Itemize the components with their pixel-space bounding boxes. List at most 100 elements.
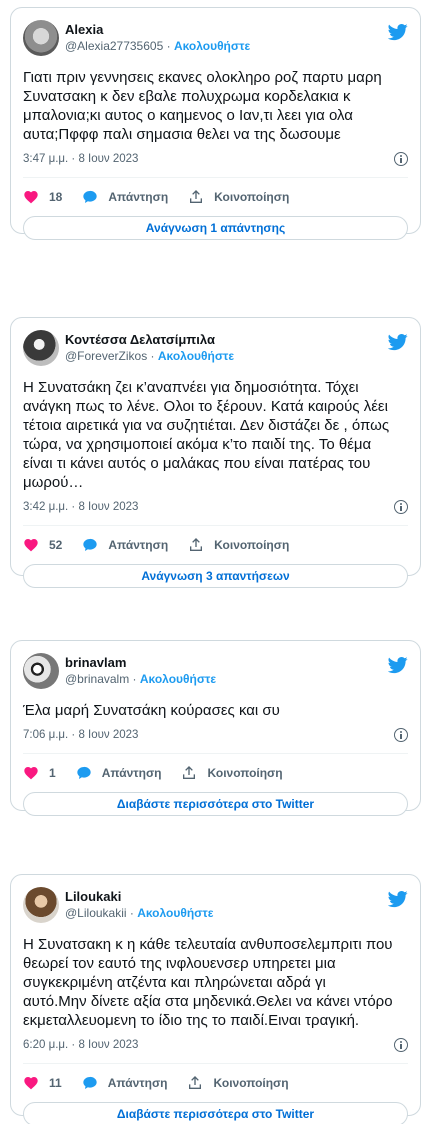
- tweet-timestamp[interactable]: 3:42 μ.μ. · 8 Ιουν 2023: [23, 501, 138, 513]
- avatar[interactable]: [23, 887, 59, 923]
- tweet-text: Η Συνατσάκη ζει κ’αναπνέει για δημοσιότη…: [23, 379, 390, 491]
- separator: ·: [163, 39, 174, 53]
- author-handle-line: @Liloukakii · Ακολουθήστε: [65, 906, 213, 920]
- like-count: 11: [49, 1076, 62, 1090]
- like-count: 52: [49, 538, 63, 552]
- read-replies-button[interactable]: Ανάγνωση 3 απαντήσεων: [23, 564, 408, 588]
- twitter-bird-icon[interactable]: [388, 332, 408, 352]
- tweet-meta: 3:42 μ.μ. · 8 Ιουν 2023: [23, 497, 408, 517]
- reply-action[interactable]: Απάντηση: [82, 189, 168, 205]
- share-upload-icon: [189, 1076, 202, 1089]
- info-icon[interactable]: [394, 1038, 408, 1052]
- follow-link[interactable]: Ακολουθήστε: [140, 672, 216, 686]
- like-count: 1: [49, 766, 56, 780]
- info-icon[interactable]: [394, 152, 408, 166]
- tweet-meta: 7:06 μ.μ. · 8 Ιουν 2023: [23, 725, 408, 745]
- tweet-meta: 3:47 μ.μ. · 8 Ιουν 2023: [23, 149, 408, 169]
- author-handle-line: @brinavalm · Ακολουθήστε: [65, 672, 216, 686]
- tweet-card: Κοντέσσα Δελατσίμπιλα @ForeverZikos · Ακ…: [10, 317, 421, 588]
- reply-bubble-icon: [83, 1076, 97, 1089]
- share-action[interactable]: Κοινοποίηση: [187, 1075, 289, 1091]
- info-icon[interactable]: [394, 728, 408, 742]
- heart-icon: [24, 191, 38, 204]
- share-action[interactable]: Κοινοποίηση: [188, 189, 289, 205]
- twitter-bird-icon[interactable]: [388, 22, 408, 42]
- share-label: Κοινοποίηση: [214, 538, 290, 552]
- reply-action[interactable]: Απάντηση: [76, 765, 162, 781]
- read-replies-button[interactable]: Ανάγνωση 1 απάντησης: [23, 216, 408, 240]
- info-icon[interactable]: [394, 500, 408, 514]
- tweet-actions: 52 Απάντηση Κοινοποίηση: [23, 530, 408, 560]
- share-upload-icon: [190, 538, 203, 551]
- like-action[interactable]: 11: [23, 1075, 62, 1091]
- share-label: Κοινοποίηση: [207, 766, 283, 780]
- separator: ·: [147, 349, 158, 363]
- twitter-bird-icon[interactable]: [388, 889, 408, 909]
- tweet-text: Γιατι πριν γεννησεις εκανες ολοκληρο ροζ…: [23, 69, 382, 143]
- divider: [23, 525, 408, 526]
- avatar[interactable]: [23, 653, 59, 689]
- tweet-text: Η Συνατσακη κ η κάθε τελευταία ανθυποσελ…: [23, 936, 393, 1029]
- share-action[interactable]: Κοινοποίηση: [188, 537, 289, 553]
- like-action[interactable]: 52: [23, 537, 62, 553]
- tweet-header: Κοντέσσα Δελατσίμπιλα @ForeverZikos · Ακ…: [23, 330, 408, 366]
- separator: ·: [126, 906, 138, 920]
- tweet-header: Liloukaki @Liloukakii · Ακολουθήστε: [23, 887, 408, 923]
- author-name[interactable]: Liloukaki: [65, 889, 408, 905]
- tweet-actions: 1 Απάντηση Κοινοποίηση: [23, 758, 408, 788]
- follow-link[interactable]: Ακολουθήστε: [174, 39, 250, 53]
- tweet-timestamp[interactable]: 3:47 μ.μ. · 8 Ιουν 2023: [23, 153, 138, 165]
- share-upload-icon: [190, 190, 203, 203]
- share-label: Κοινοποίηση: [213, 1076, 289, 1090]
- divider: [23, 1063, 408, 1064]
- like-action[interactable]: 1: [23, 765, 56, 781]
- reply-action[interactable]: Απάντηση: [82, 537, 168, 553]
- share-label: Κοινοποίηση: [214, 190, 290, 204]
- tweet-timestamp[interactable]: 7:06 μ.μ. · 8 Ιουν 2023: [23, 729, 138, 741]
- author-block: Alexia @Alexia27735605 · Ακολουθήστε: [65, 22, 408, 54]
- tweet-card: Liloukaki @Liloukakii · Ακολουθήστε Η Συ…: [10, 874, 421, 1124]
- author-name[interactable]: brinavlam: [65, 655, 408, 671]
- divider: [23, 753, 408, 754]
- author-handle[interactable]: @Liloukakii: [65, 906, 127, 920]
- tweet-header: Alexia @Alexia27735605 · Ακολουθήστε: [23, 20, 408, 56]
- reply-label: Απάντηση: [101, 766, 162, 780]
- reply-bubble-icon: [83, 190, 98, 203]
- author-handle-line: @Alexia27735605 · Ακολουθήστε: [65, 39, 250, 53]
- author-handle[interactable]: @brinavalm: [65, 672, 129, 686]
- tweet-header: brinavlam @brinavalm · Ακολουθήστε: [23, 653, 408, 689]
- tweet-timestamp[interactable]: 6:20 μ.μ. · 8 Ιουν 2023: [23, 1039, 138, 1051]
- reply-label: Απάντηση: [108, 190, 169, 204]
- tweet-actions: 18 Απάντηση Κοινοποίηση: [23, 182, 408, 212]
- author-handle-line: @ForeverZikos · Ακολουθήστε: [65, 349, 234, 363]
- like-count: 18: [49, 190, 63, 204]
- heart-icon: [24, 767, 38, 780]
- follow-link[interactable]: Ακολουθήστε: [158, 349, 234, 363]
- twitter-bird-icon[interactable]: [388, 655, 408, 675]
- reply-bubble-icon: [77, 766, 91, 779]
- avatar[interactable]: [23, 330, 59, 366]
- tweet-card: brinavlam @brinavalm · Ακολουθήστε Έλα μ…: [10, 640, 421, 816]
- share-action[interactable]: Κοινοποίηση: [181, 765, 283, 781]
- avatar[interactable]: [23, 20, 59, 56]
- author-name[interactable]: Κοντέσσα Δελατσίμπιλα: [65, 332, 408, 348]
- author-handle[interactable]: @ForeverZikos: [65, 349, 147, 363]
- reply-label: Απάντηση: [107, 1076, 168, 1090]
- author-block: brinavlam @brinavalm · Ακολουθήστε: [65, 655, 408, 687]
- reply-action[interactable]: Απάντηση: [82, 1075, 168, 1091]
- reply-label: Απάντηση: [108, 538, 169, 552]
- share-upload-icon: [183, 766, 196, 779]
- divider: [23, 177, 408, 178]
- read-more-button[interactable]: Διαβάστε περισσότερα στο Twitter: [23, 1102, 408, 1124]
- author-block: Liloukaki @Liloukakii · Ακολουθήστε: [65, 889, 408, 921]
- read-more-button[interactable]: Διαβάστε περισσότερα στο Twitter: [23, 792, 408, 816]
- tweet-actions: 11 Απάντηση Κοινοποίηση: [23, 1068, 408, 1098]
- author-block: Κοντέσσα Δελατσίμπιλα @ForeverZikos · Ακ…: [65, 332, 408, 364]
- heart-icon: [24, 539, 38, 552]
- author-name[interactable]: Alexia: [65, 22, 408, 38]
- follow-link[interactable]: Ακολουθήστε: [137, 906, 213, 920]
- author-handle[interactable]: @Alexia27735605: [65, 39, 163, 53]
- separator: ·: [129, 672, 140, 686]
- heart-icon: [24, 1077, 38, 1090]
- like-action[interactable]: 18: [23, 189, 62, 205]
